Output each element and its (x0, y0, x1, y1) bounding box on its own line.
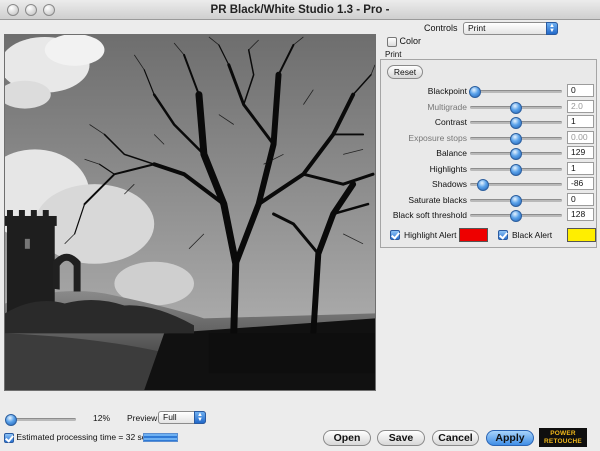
estimate-checkbox[interactable] (4, 432, 14, 443)
slider-row: Balance 129 (381, 145, 598, 161)
slider-label: Saturate blacks (408, 194, 467, 205)
slider-value-field[interactable]: 0.00 (567, 130, 594, 144)
slider-track[interactable] (470, 163, 562, 176)
slider-value-field[interactable]: 129 (567, 146, 594, 159)
slider-track[interactable] (470, 117, 562, 129)
slider-label: Highlights (429, 163, 467, 174)
black-alert-label: Black Alert (512, 230, 553, 240)
slider-knob[interactable] (510, 132, 522, 145)
slider-label: Exposure stops (408, 132, 467, 143)
zoom-slider[interactable] (4, 414, 76, 426)
slider-row: Highlights 1 (381, 161, 598, 177)
slider-knob[interactable] (510, 101, 522, 114)
highlight-alert-color[interactable] (459, 228, 488, 242)
slider-row: Black soft threshold 128 (381, 207, 598, 223)
select-arrows-icon: ▲ ▼ (546, 22, 558, 35)
open-button[interactable]: Open (323, 430, 371, 446)
progress-fill (144, 434, 177, 441)
slider-row: Exposure stops 0.00 (381, 130, 598, 146)
slider-row: Blackpoint 0 (381, 83, 598, 99)
estimate-label: Estimated processing time = 32 sec. (16, 432, 154, 442)
minimize-window-button[interactable] (25, 4, 37, 16)
slider-row: Multigrade 2.0 (381, 99, 598, 115)
slider-value-field[interactable]: 1 (567, 161, 594, 175)
slider-track[interactable] (470, 210, 562, 222)
slider-row: Shadows -86 (381, 176, 598, 192)
preview-label: Preview (127, 413, 158, 423)
slider-row: Saturate blacks 0 (381, 192, 598, 208)
estimate-toggle[interactable]: Estimated processing time = 32 sec. (4, 432, 153, 443)
slider-track[interactable] (470, 148, 562, 160)
image-preview[interactable] (4, 34, 376, 391)
highlight-alert-checkbox[interactable] (390, 230, 400, 240)
slider-knob[interactable] (510, 210, 522, 222)
logo-line-1: POWER (550, 430, 576, 437)
slider-knob[interactable] (510, 194, 522, 207)
slider-value-field[interactable]: -86 (567, 177, 594, 190)
title-bar: PR Black/White Studio 1.3 - Pro - (0, 0, 600, 20)
slider-value-field[interactable]: 128 (567, 208, 594, 221)
save-button[interactable]: Save (377, 430, 425, 446)
select-arrows-icon: ▲ ▼ (194, 411, 206, 424)
slider-knob[interactable] (510, 148, 522, 160)
highlight-alert-label: Highlight Alert (404, 230, 457, 240)
slider-knob[interactable] (510, 163, 522, 176)
alerts-row: Highlight Alert Black Alert (385, 227, 596, 243)
slider-value-field[interactable]: 0 (567, 192, 594, 206)
slider-label: Shadows (432, 179, 467, 189)
cancel-button[interactable]: Cancel (432, 430, 479, 446)
slider-value-field[interactable]: 0 (567, 84, 594, 97)
black-alert-color[interactable] (567, 228, 596, 242)
slider-track[interactable] (470, 194, 562, 207)
slider-knob[interactable] (468, 86, 481, 98)
slider-label: Balance (436, 148, 467, 158)
zoom-window-button[interactable] (43, 4, 55, 16)
controls-select-value: Print (468, 23, 486, 33)
logo-line-2: RETOUCHE (544, 437, 582, 445)
slider-label: Multigrade (427, 101, 467, 112)
power-retouche-logo: POWER RETOUCHE (539, 428, 587, 447)
slider-knob[interactable] (476, 179, 489, 191)
apply-button[interactable]: Apply (486, 430, 534, 446)
zoom-value: 12% (93, 413, 111, 423)
color-toggle[interactable]: Color (387, 36, 421, 47)
preview-select[interactable]: Full ▲ ▼ (158, 411, 206, 424)
slider-label: Blackpoint (427, 86, 467, 96)
slider-row: Contrast 1 (381, 114, 598, 130)
slider-track[interactable] (470, 132, 562, 145)
controls-label: Controls (424, 23, 458, 33)
color-checkbox[interactable] (387, 36, 397, 47)
slider-track[interactable] (470, 101, 562, 114)
print-controls-panel: Reset Blackpoint 0 Multigrade 2.0 Contrast 1 E… (380, 59, 597, 248)
slider-value-field[interactable]: 1 (567, 115, 594, 128)
window-title: PR Black/White Studio 1.3 - Pro - (210, 4, 390, 16)
color-label: Color (399, 36, 422, 46)
slider-label: Contrast (434, 117, 467, 127)
black-alert-checkbox[interactable] (498, 230, 508, 240)
reset-button[interactable]: Reset (387, 65, 423, 79)
slider-track[interactable] (468, 86, 562, 98)
slider-knob[interactable] (510, 117, 522, 129)
controls-select[interactable]: Print ▲ ▼ (463, 22, 558, 35)
slider-value-field[interactable]: 2.0 (567, 99, 594, 113)
zoom-slider-knob[interactable] (4, 414, 17, 426)
window-buttons (7, 4, 55, 16)
processing-progress-bar (143, 433, 178, 442)
section-label: Print (385, 50, 402, 59)
close-window-button[interactable] (7, 4, 19, 16)
preview-photo (5, 35, 375, 390)
preview-select-value: Full (163, 412, 177, 422)
slider-label: Black soft threshold (392, 210, 467, 220)
slider-track[interactable] (470, 179, 562, 191)
